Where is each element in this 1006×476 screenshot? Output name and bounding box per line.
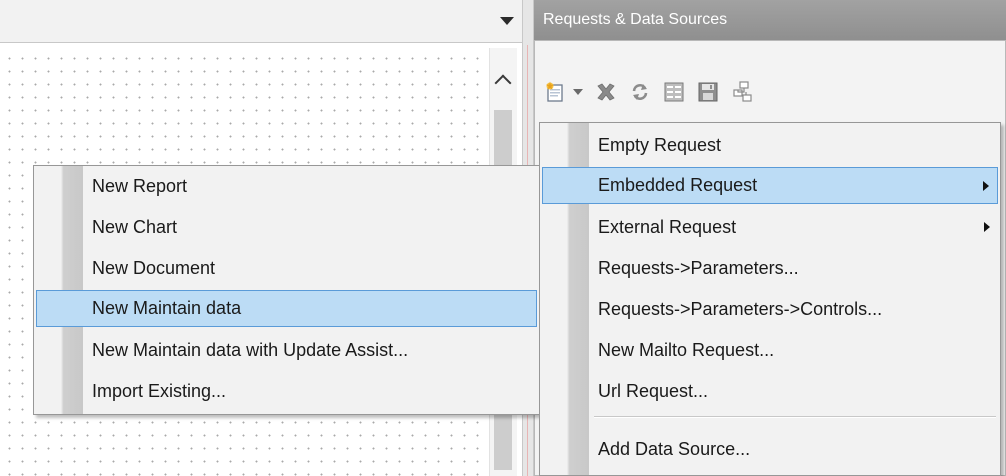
menu-item-label: Requests->Parameters... [598,258,799,278]
menu-item-label: Embedded Request [598,175,758,195]
menu-item-label: New Chart [92,217,178,237]
properties-icon[interactable] [663,81,685,103]
refresh-icon[interactable] [629,81,651,103]
requests-toolbar [545,79,765,105]
menu-item-label: Url Request... [598,381,709,401]
delete-icon[interactable] [595,81,617,103]
menu-item-label: Requests->Parameters->Controls... [598,299,883,319]
menu-item-new-mailto-request[interactable]: New Mailto Request... [542,332,998,369]
scroll-up-icon[interactable] [494,74,512,92]
menu-item-new-report[interactable]: New Report [36,168,537,205]
canvas-header-bar [0,0,522,43]
menu-item-embedded-request[interactable]: Embedded Request [542,167,998,204]
submenu-arrow-icon [983,181,989,191]
menu-item-new-maintain-data[interactable]: New Maintain data [36,290,537,327]
submenu-arrow-icon [984,222,990,232]
menu-item-label: External Request [598,217,737,237]
menu-item-empty-request[interactable]: Empty Request [542,127,998,164]
menu-item-requests-parameters[interactable]: Requests->Parameters... [542,250,998,287]
menu-item-label: New Maintain data with Update Assist... [92,340,409,360]
menu-item-new-maintain-data-update-assist[interactable]: New Maintain data with Update Assist... [36,332,537,369]
menu-item-label: Import Existing... [92,381,227,401]
new-request-dropdown-icon[interactable] [573,89,583,95]
structure-icon[interactable] [731,81,753,103]
dropdown-arrow-icon[interactable] [500,17,514,25]
menu-item-label: New Maintain data [92,298,242,318]
menu-item-import-existing[interactable]: Import Existing... [36,373,537,410]
menu-item-new-chart[interactable]: New Chart [36,209,537,246]
menu-item-label: Empty Request [598,135,722,155]
menu-separator [594,416,996,418]
new-request-context-menu: Empty Request Embedded Request External … [539,122,1001,476]
menu-item-label: New Mailto Request... [598,340,775,360]
menu-item-label: Add Data Source... [598,439,751,459]
menu-item-new-document[interactable]: New Document [36,250,537,287]
menu-item-requests-parameters-controls[interactable]: Requests->Parameters->Controls... [542,291,998,328]
menu-item-external-request[interactable]: External Request [542,209,998,246]
menu-item-label: New Report [92,176,188,196]
save-icon[interactable] [697,81,719,103]
menu-item-add-data-source[interactable]: Add Data Source... [542,431,998,468]
panel-title: Requests & Data Sources [534,0,1006,40]
menu-item-url-request[interactable]: Url Request... [542,373,998,410]
new-item-context-menu: New Report New Chart New Document New Ma… [33,165,540,415]
menu-item-label: New Document [92,258,216,278]
new-request-icon[interactable] [545,81,567,103]
